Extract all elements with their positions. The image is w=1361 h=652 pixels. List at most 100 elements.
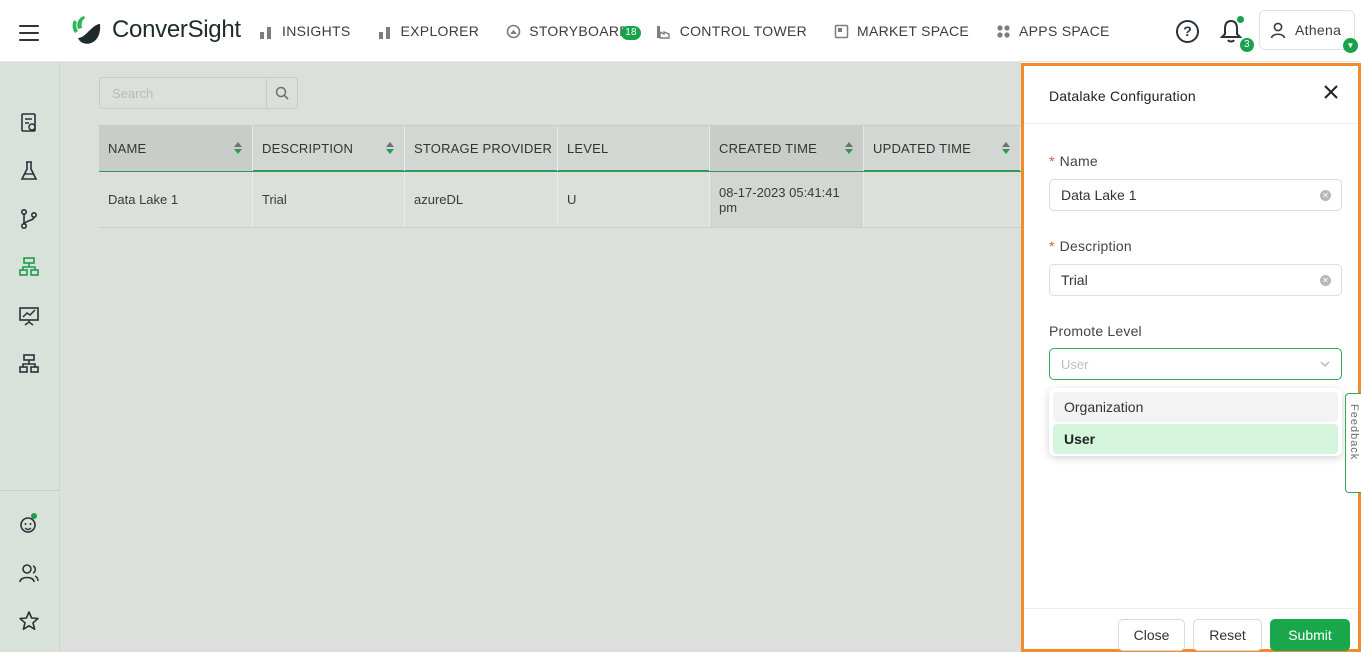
promote-level-dropdown: Organization User: [1049, 388, 1342, 456]
user-icon: [1270, 22, 1286, 39]
chevron-down-icon: [1320, 361, 1330, 367]
nav-explorer-label: EXPLORER: [400, 23, 480, 39]
nav-control-tower[interactable]: CONTROL TOWER: [656, 23, 807, 39]
column-header-label: DESCRIPTION: [262, 141, 354, 156]
hamburger-menu-icon[interactable]: [19, 25, 39, 41]
hierarchy-icon[interactable]: [18, 256, 40, 278]
help-symbol: ?: [1183, 23, 1192, 39]
notification-dot: [1237, 16, 1244, 23]
nav-apps-space-label: APPS SPACE: [1019, 23, 1110, 39]
table-header: NAME DESCRIPTION STORAGE PROVIDER LEVEL …: [99, 125, 1021, 172]
nav-storyboard[interactable]: STORYBOARD 18: [505, 23, 641, 40]
nav-market-space-label: MARKET SPACE: [857, 23, 970, 39]
network-icon[interactable]: [18, 353, 40, 375]
close-button[interactable]: Close: [1118, 619, 1185, 651]
required-mark: *: [1049, 153, 1055, 169]
sort-icon[interactable]: [386, 142, 394, 154]
table-row[interactable]: Data Lake 1 Trial azureDL U 08-17-2023 0…: [99, 172, 1021, 228]
nav-control-tower-label: CONTROL TOWER: [679, 23, 808, 39]
brand-name: ConverSight: [112, 16, 241, 43]
submit-button[interactable]: Submit: [1270, 619, 1350, 651]
column-header-label: LEVEL: [567, 141, 609, 156]
nav-explorer[interactable]: EXPLORER: [377, 23, 480, 39]
cell-created-time: 08-17-2023 05:41:41 pm: [710, 172, 864, 227]
nav-storyboard-label: STORYBOARD: [529, 23, 630, 39]
feedback-label: Feedback: [1348, 404, 1360, 461]
close-icon[interactable]: [1322, 83, 1340, 101]
column-header-level[interactable]: LEVEL: [558, 126, 710, 171]
sidebar-divider: [0, 490, 60, 491]
description-field-value: Trial: [1061, 272, 1088, 288]
cell-storage-provider: azureDL: [405, 172, 558, 227]
datalake-configuration-drawer: Datalake Configuration * Name Data Lake 1…: [1021, 63, 1361, 652]
sort-icon[interactable]: [1002, 142, 1010, 154]
user-name: Athena: [1295, 22, 1342, 38]
flask-icon[interactable]: [18, 160, 40, 182]
chevron-down-icon[interactable]: ▼: [1343, 38, 1358, 53]
conversight-logo-icon: [72, 16, 101, 44]
bot-icon[interactable]: [18, 512, 40, 534]
promote-level-select[interactable]: User: [1049, 348, 1342, 380]
nav-insights[interactable]: INSIGHTS: [258, 23, 351, 39]
column-header-storage-provider[interactable]: STORAGE PROVIDER: [405, 126, 558, 171]
search-icon: [275, 86, 289, 100]
sort-icon[interactable]: [845, 142, 853, 154]
nav-apps-space[interactable]: APPS SPACE: [995, 23, 1110, 39]
column-header-created-time[interactable]: CREATED TIME: [710, 126, 864, 171]
drawer-footer: Close Reset Submit: [1024, 608, 1358, 652]
column-header-label: CREATED TIME: [719, 141, 817, 156]
left-sidebar: [0, 62, 60, 652]
drawer-header: Datalake Configuration: [1024, 66, 1358, 124]
bar-chart-icon: [377, 23, 393, 39]
cell-updated-time: [864, 172, 1021, 227]
search-button[interactable]: [266, 78, 297, 108]
logo[interactable]: ConverSight: [70, 14, 241, 46]
drawer-title: Datalake Configuration: [1049, 88, 1196, 104]
factory-icon: [656, 23, 672, 39]
store-icon: [833, 23, 849, 39]
notification-count-badge: 3: [1240, 38, 1254, 52]
users-icon[interactable]: [18, 562, 40, 584]
reset-button[interactable]: Reset: [1193, 619, 1262, 651]
main-content: NAME DESCRIPTION STORAGE PROVIDER LEVEL …: [60, 62, 1021, 652]
cell-description: Trial: [253, 172, 405, 227]
report-icon[interactable]: [18, 112, 40, 134]
storyboard-icon: [505, 23, 521, 39]
cell-name: Data Lake 1: [99, 172, 253, 227]
feedback-tab[interactable]: Feedback: [1345, 393, 1361, 493]
description-label-text: Description: [1059, 238, 1132, 254]
description-field[interactable]: Trial ✕: [1049, 264, 1342, 296]
sort-icon[interactable]: [234, 142, 242, 154]
column-header-label: STORAGE PROVIDER: [414, 141, 553, 156]
description-label: * Description: [1049, 238, 1132, 254]
datalake-table: NAME DESCRIPTION STORAGE PROVIDER LEVEL …: [99, 125, 1021, 228]
promote-level-label: Promote Level: [1049, 323, 1142, 339]
search-box: [99, 77, 298, 109]
grid-icon: [995, 23, 1011, 39]
star-icon[interactable]: [18, 610, 40, 632]
help-icon[interactable]: ?: [1176, 20, 1199, 43]
promote-level-placeholder: User: [1061, 356, 1089, 372]
search-input[interactable]: [100, 78, 267, 108]
required-mark: *: [1049, 238, 1055, 254]
column-header-updated-time[interactable]: UPDATED TIME: [864, 126, 1021, 171]
column-header-label: NAME: [108, 141, 147, 156]
main-nav: INSIGHTS EXPLORER STORYBOARD 18 CONTROL …: [258, 0, 1136, 62]
column-header-description[interactable]: DESCRIPTION: [253, 126, 405, 171]
column-header-label: UPDATED TIME: [873, 141, 971, 156]
cell-level: U: [558, 172, 710, 227]
user-menu[interactable]: Athena: [1259, 10, 1355, 50]
name-label: * Name: [1049, 153, 1098, 169]
nav-market-space[interactable]: MARKET SPACE: [833, 23, 969, 39]
branch-icon[interactable]: [18, 208, 40, 230]
clear-icon[interactable]: ✕: [1320, 190, 1331, 201]
top-bar: ConverSight INSIGHTS EXPLORER STORYBOARD…: [0, 0, 1361, 62]
clear-icon[interactable]: ✕: [1320, 275, 1331, 286]
presentation-icon[interactable]: [18, 305, 40, 327]
option-user[interactable]: User: [1053, 424, 1338, 454]
nav-insights-label: INSIGHTS: [282, 23, 351, 39]
column-header-name[interactable]: NAME: [99, 126, 253, 171]
bar-chart-icon: [258, 23, 274, 39]
option-organization[interactable]: Organization: [1053, 392, 1338, 422]
name-field[interactable]: Data Lake 1 ✕: [1049, 179, 1342, 211]
